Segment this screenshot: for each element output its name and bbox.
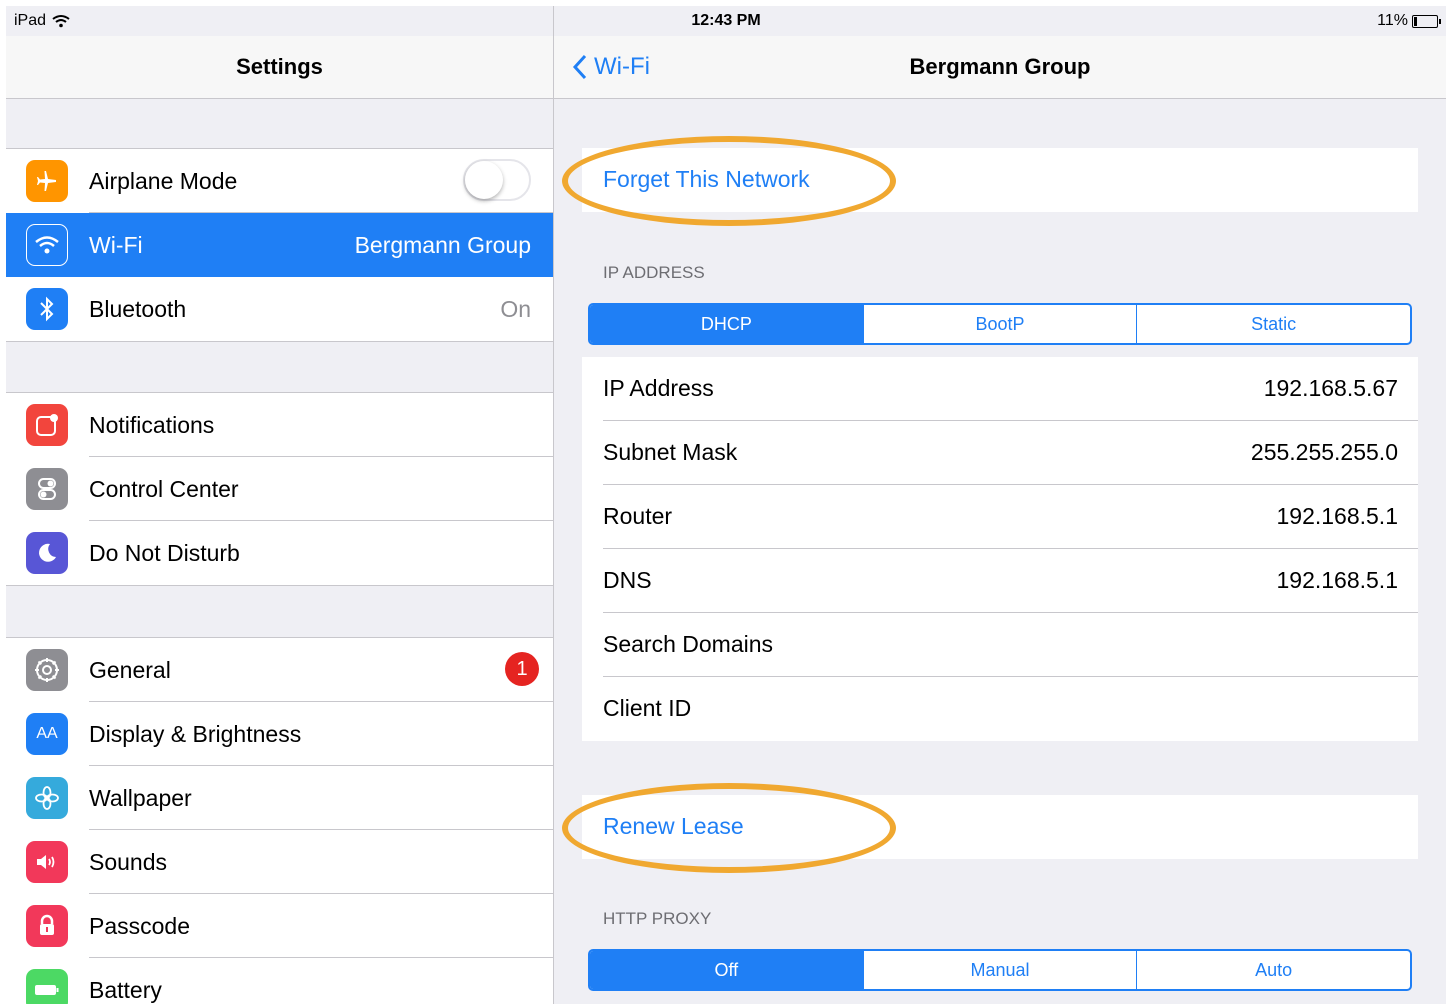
sidebar-item-display-brightness[interactable]: AA Display & Brightness [6,702,553,766]
sidebar-item-label: Do Not Disturb [89,539,240,566]
settings-sidebar: Settings Airplane Mode Wi-Fi Bergmann Gr… [6,6,554,1004]
sidebar-item-label: Battery [89,976,162,1003]
highlight-annotation [562,136,896,226]
row-key: DNS [603,567,652,593]
lock-icon [26,905,68,947]
segment-off[interactable]: Off [590,951,863,989]
wifi-icon [26,224,68,266]
segment-manual[interactable]: Manual [862,951,1137,989]
sidebar-item-airplane-mode[interactable]: Airplane Mode [6,149,553,213]
highlight-annotation [562,783,896,873]
row-value: 192.168.5.1 [1276,503,1398,529]
segment-static[interactable]: Static [1136,305,1410,343]
battery-level-icon [1412,14,1441,28]
airplane-icon [26,160,68,202]
dns-row[interactable]: DNS 192.168.5.1 [582,549,1418,613]
update-badge: 1 [505,652,539,686]
status-right: 11% [1377,12,1441,30]
sidebar-item-label: Notifications [89,411,215,438]
router-row: Router 192.168.5.1 [582,485,1418,549]
subnet-mask-row: Subnet Mask 255.255.255.0 [582,421,1418,485]
settings-group-connectivity: Airplane Mode Wi-Fi Bergmann Group Bluet… [6,148,553,342]
wallpaper-icon [26,777,68,819]
sidebar-item-battery[interactable]: Battery [6,958,553,1004]
search-domains-row[interactable]: Search Domains [582,613,1418,677]
settings-header: Settings [6,36,553,99]
sidebar-item-bluetooth[interactable]: Bluetooth On [6,277,553,341]
settings-group-notifications: Notifications Control Center Do Not Dist… [6,392,553,586]
segment-dhcp[interactable]: DHCP [590,305,863,343]
client-id-row[interactable]: Client ID [582,677,1418,741]
row-value: 192.168.5.67 [1263,375,1398,401]
segment-auto[interactable]: Auto [1136,951,1410,989]
battery-percent: 11% [1377,12,1408,29]
notifications-icon [26,404,68,446]
page-title: Bergmann Group [909,54,1091,79]
ip-address-row: IP Address 192.168.5.67 [582,357,1418,421]
sidebar-item-label: Bluetooth [89,295,187,322]
sidebar-item-label: Passcode [89,912,191,939]
sidebar-item-value: Bergmann Group [354,231,531,258]
row-key: Search Domains [603,631,774,657]
bluetooth-icon [26,288,68,330]
http-proxy-section-label: HTTP PROXY [603,909,712,928]
page-title: Settings [236,54,323,79]
http-proxy-segmented-control[interactable]: Off Manual Auto [588,949,1412,991]
sidebar-item-wallpaper[interactable]: Wallpaper [6,766,553,830]
sidebar-item-wifi[interactable]: Wi-Fi Bergmann Group [6,213,553,277]
settings-group-general: General 1 AA Display & Brightness Wallpa… [6,637,553,1004]
sidebar-item-passcode[interactable]: Passcode [6,894,553,958]
detail-header: Wi-Fi Bergmann Group [554,36,1446,99]
sidebar-item-notifications[interactable]: Notifications [6,393,553,457]
status-time: 12:43 PM [691,12,761,29]
sidebar-item-do-not-disturb[interactable]: Do Not Disturb [6,521,553,585]
ipad-screen: Settings Airplane Mode Wi-Fi Bergmann Gr… [6,6,1446,1004]
wifi-detail-pane: Wi-Fi Bergmann Group Forget This Network… [554,6,1446,1004]
toggle-knob [465,161,503,199]
row-key: Subnet Mask [603,439,738,465]
sidebar-item-label: Wi-Fi [89,231,143,258]
gear-icon [26,649,68,691]
sidebar-item-label: Sounds [89,848,168,875]
control-center-icon [26,468,68,510]
row-key: IP Address [603,375,714,401]
sounds-icon [26,841,68,883]
sidebar-item-label: Wallpaper [89,784,192,811]
row-key: Router [603,503,673,529]
sidebar-item-value: On [500,295,531,322]
sidebar-item-sounds[interactable]: Sounds [6,830,553,894]
segment-bootp[interactable]: BootP [862,305,1137,343]
ip-mode-segmented-control[interactable]: DHCP BootP Static [588,303,1412,345]
row-key: Client ID [603,695,692,721]
airplane-mode-toggle[interactable] [463,159,531,201]
sidebar-item-label: General [89,656,171,683]
sidebar-item-label: Control Center [89,475,239,502]
sidebar-item-general[interactable]: General 1 [6,638,553,702]
row-value: 192.168.5.1 [1276,567,1398,593]
ip-details-card: IP Address 192.168.5.67 Subnet Mask 255.… [582,357,1418,741]
moon-icon [26,532,68,574]
sidebar-item-control-center[interactable]: Control Center [6,457,553,521]
sidebar-item-label: Display & Brightness [89,720,302,747]
ip-address-section-label: IP ADDRESS [603,263,705,282]
display-icon: AA [26,713,68,755]
status-bar: iPad 12:43 PM 11% [6,6,1446,36]
battery-icon [26,969,68,1004]
sidebar-item-label: Airplane Mode [89,167,238,194]
row-value: 255.255.255.0 [1250,439,1398,465]
